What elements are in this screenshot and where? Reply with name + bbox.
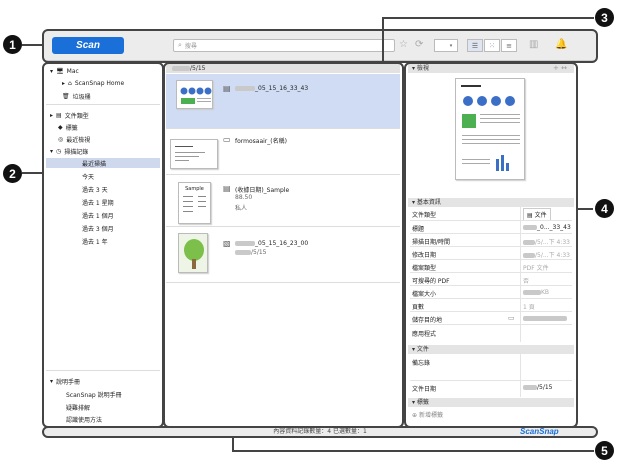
callout-frame-toolbar xyxy=(42,29,598,63)
callout-frame-list xyxy=(163,62,404,428)
callout-frame-sidebar xyxy=(42,62,164,428)
callout-4: 4 xyxy=(595,199,614,218)
callout-3: 3 xyxy=(595,8,614,27)
callout-frame-info xyxy=(404,62,578,428)
callout-1: 1 xyxy=(3,35,22,54)
leader-line xyxy=(382,17,384,63)
leader-line xyxy=(22,172,43,174)
callout-frame-status xyxy=(42,426,598,438)
callout-5: 5 xyxy=(595,441,614,460)
callout-2: 2 xyxy=(3,164,22,183)
leader-line xyxy=(22,44,43,46)
leader-line xyxy=(382,17,594,19)
leader-line xyxy=(232,450,594,452)
leader-line xyxy=(578,208,593,210)
